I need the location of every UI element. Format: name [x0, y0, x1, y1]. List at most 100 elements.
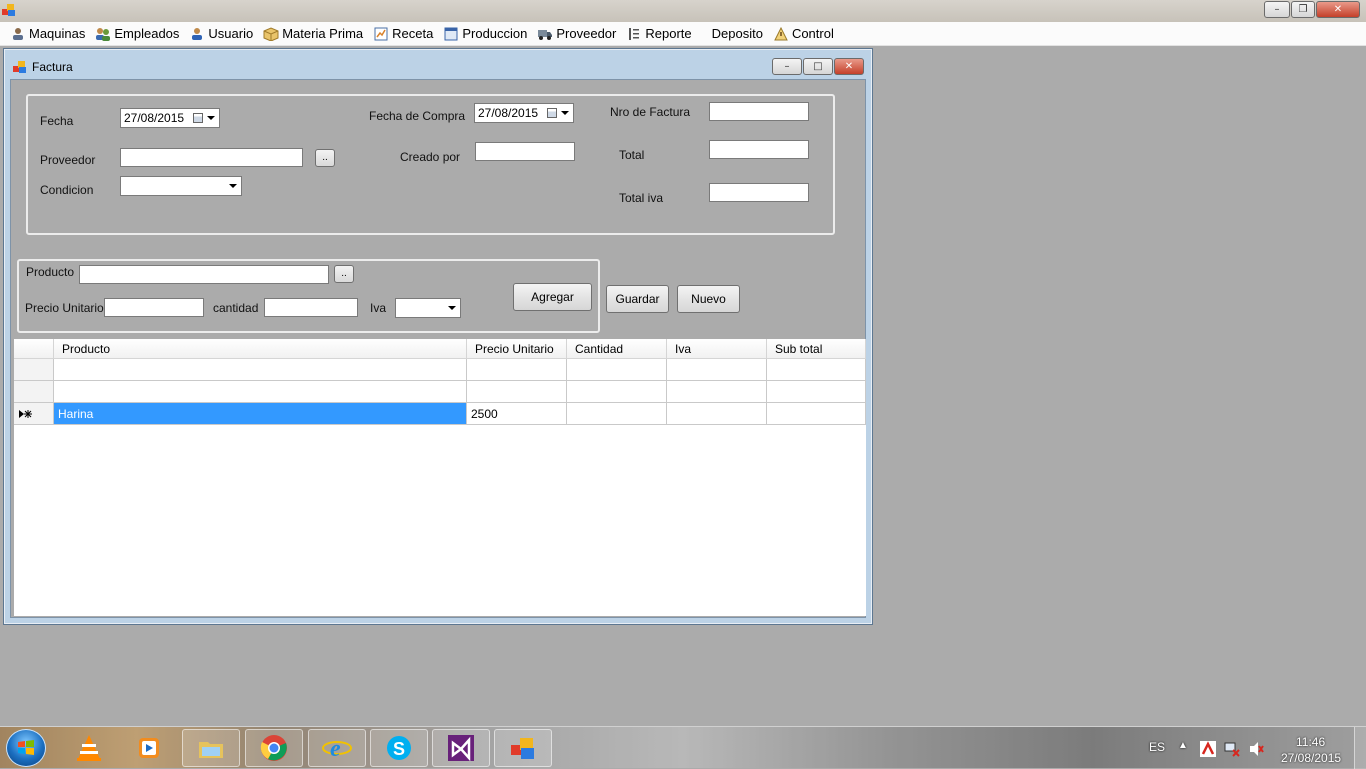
user-machine-icon	[10, 26, 26, 42]
cantidad-input[interactable]	[264, 298, 358, 317]
iva-select[interactable]	[395, 298, 461, 318]
cell-iva[interactable]	[667, 359, 767, 381]
column-header-cantidad[interactable]: Cantidad	[567, 339, 667, 359]
creado-por-input[interactable]	[475, 142, 575, 161]
network-tray-icon[interactable]	[1224, 741, 1240, 757]
cell-iva[interactable]	[667, 403, 767, 425]
app-restore-button[interactable]: ❐	[1291, 1, 1315, 18]
condicion-select[interactable]	[120, 176, 242, 196]
window-icon	[443, 26, 459, 42]
table-row[interactable]	[14, 381, 866, 403]
fecha-date-picker[interactable]: 27/08/2015	[120, 108, 220, 128]
precio-unitario-input[interactable]	[104, 298, 204, 317]
menu-item-maquinas[interactable]: Maquinas	[8, 23, 93, 45]
proveedor-input[interactable]	[120, 148, 303, 167]
menu-item-deposito[interactable]: Deposito	[700, 23, 771, 45]
producto-browse-button[interactable]: ..	[334, 265, 354, 283]
show-desktop-button[interactable]	[1354, 727, 1366, 769]
menu-item-label: Produccion	[462, 26, 528, 41]
cell-precio[interactable]	[467, 359, 567, 381]
cell-iva[interactable]	[667, 381, 767, 403]
taskbar-internet-explorer[interactable]: e	[308, 729, 366, 767]
taskbar-winforms-app[interactable]	[494, 729, 552, 767]
menu-item-usuario[interactable]: Usuario	[187, 23, 261, 45]
producto-input[interactable]	[79, 265, 329, 284]
table-row[interactable]	[14, 359, 866, 381]
row-header[interactable]	[14, 359, 54, 381]
column-header-precio-unitario[interactable]: Precio Unitario	[467, 339, 567, 359]
volume-tray-icon[interactable]	[1248, 741, 1264, 757]
menu-item-receta[interactable]: Receta	[371, 23, 441, 45]
menu-item-produccion[interactable]: Produccion	[441, 23, 535, 45]
taskbar-skype[interactable]: S	[370, 729, 428, 767]
clock-time[interactable]: 11:46	[1296, 735, 1325, 749]
language-indicator[interactable]: ES	[1149, 740, 1165, 754]
taskbar-vlc[interactable]	[62, 729, 116, 767]
cell-cantidad[interactable]	[567, 381, 667, 403]
menu-item-proveedor[interactable]: Proveedor	[535, 23, 624, 45]
cell-producto[interactable]	[54, 359, 467, 381]
guardar-button[interactable]: Guardar	[606, 285, 669, 313]
cell-cantidad[interactable]	[567, 359, 667, 381]
clock-date[interactable]: 27/08/2015	[1281, 751, 1341, 765]
cell-subtotal[interactable]	[767, 403, 866, 425]
factura-title-bar[interactable]: Factura – □ ✕	[4, 49, 872, 79]
close-icon: ✕	[844, 60, 854, 72]
creado-por-label: Creado por	[400, 150, 461, 164]
cell-producto[interactable]: Harina	[54, 403, 467, 425]
cell-precio[interactable]	[467, 381, 567, 403]
grid-corner-header[interactable]	[14, 339, 54, 359]
factura-client-area: Fecha 27/08/2015 Proveedor .. Condicion …	[10, 79, 866, 618]
form-maximize-button[interactable]: □	[803, 58, 833, 75]
row-header[interactable]	[14, 403, 54, 425]
cell-subtotal[interactable]	[767, 381, 866, 403]
total-label: Total	[619, 148, 645, 162]
cell-subtotal[interactable]	[767, 359, 866, 381]
producto-label: Producto	[26, 265, 75, 279]
form-close-button[interactable]: ✕	[834, 58, 864, 75]
total-iva-label: Total iva	[619, 191, 664, 205]
items-data-grid[interactable]: Producto Precio Unitario Cantidad Iva Su…	[14, 339, 866, 616]
svg-text:e: e	[330, 736, 341, 762]
column-header-iva[interactable]: Iva	[667, 339, 767, 359]
proveedor-browse-button[interactable]: ..	[315, 149, 335, 167]
total-input[interactable]	[709, 140, 809, 159]
menu-item-empleados[interactable]: Empleados	[93, 23, 187, 45]
menu-item-label: Control	[791, 26, 834, 41]
nro-factura-input[interactable]	[709, 102, 809, 121]
menu-item-label: Proveedor	[556, 26, 617, 41]
menu-item-materia-prima[interactable]: Materia Prima	[261, 23, 371, 45]
app-minimize-button[interactable]: –	[1264, 1, 1290, 18]
menu-item-label: Usuario	[208, 26, 254, 41]
cell-precio[interactable]: 2500	[467, 403, 567, 425]
antivirus-tray-icon[interactable]	[1200, 741, 1216, 757]
agregar-button[interactable]: Agregar	[513, 283, 592, 311]
cell-producto[interactable]	[54, 381, 467, 403]
table-row[interactable]: Harina 2500	[14, 403, 866, 425]
close-icon: ✕	[1333, 3, 1343, 15]
menu-item-reporte[interactable]: Reporte	[624, 23, 699, 45]
taskbar-media-player[interactable]	[122, 729, 176, 767]
factura-window: Factura – □ ✕ Fecha 27/08/2015 Proveedor…	[3, 48, 873, 625]
condicion-label: Condicion	[40, 183, 94, 197]
show-hidden-icons-icon[interactable]: ▲	[1178, 740, 1188, 751]
media-player-icon	[139, 738, 159, 758]
start-button[interactable]	[6, 729, 46, 767]
taskbar-file-explorer[interactable]	[182, 729, 240, 767]
column-header-sub-total[interactable]: Sub total	[767, 339, 866, 359]
fecha-value: 27/08/2015	[124, 111, 185, 125]
app-close-button[interactable]: ✕	[1316, 1, 1360, 18]
menu-item-control[interactable]: Control	[771, 23, 842, 45]
taskbar-chrome[interactable]	[245, 729, 303, 767]
taskbar-visual-studio[interactable]	[432, 729, 490, 767]
visual-studio-icon	[448, 735, 474, 762]
total-iva-input[interactable]	[709, 183, 809, 202]
row-header[interactable]	[14, 381, 54, 403]
cell-cantidad[interactable]	[567, 403, 667, 425]
form-minimize-button[interactable]: –	[772, 58, 802, 75]
box-icon	[263, 26, 279, 42]
fecha-compra-date-picker[interactable]: 27/08/2015	[474, 103, 574, 123]
winforms-app-icon	[511, 738, 534, 759]
nuevo-button[interactable]: Nuevo	[677, 285, 740, 313]
column-header-producto[interactable]: Producto	[54, 339, 467, 359]
